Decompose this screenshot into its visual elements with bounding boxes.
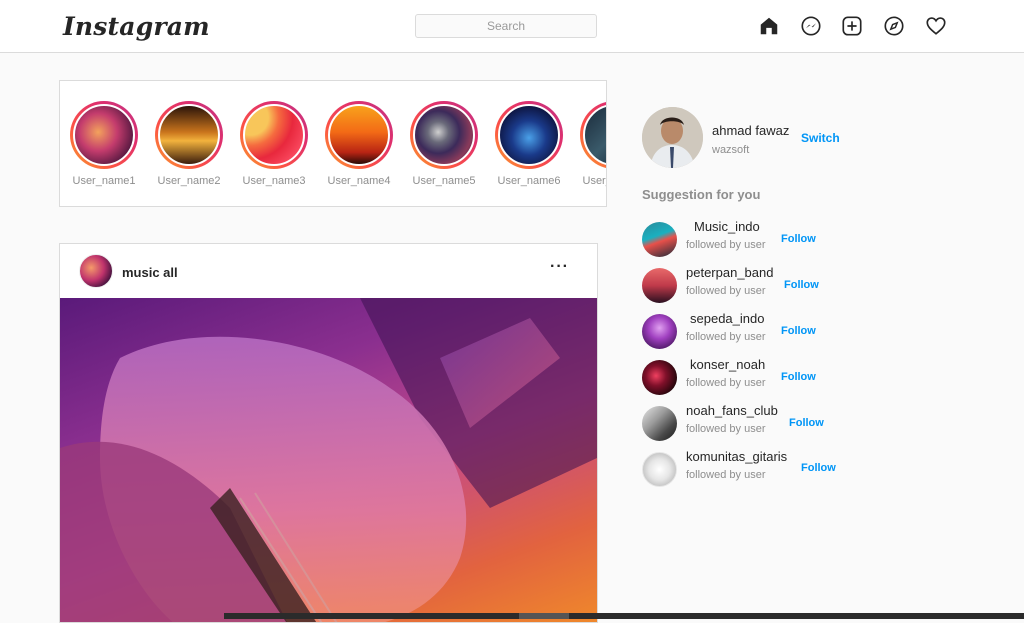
story-avatar [243, 104, 305, 166]
story-ring [70, 101, 138, 169]
story-item[interactable]: User_name4 [319, 101, 399, 187]
stories-tray: User_name1 User_name2 User_name3 User_na… [59, 80, 607, 207]
search-input[interactable] [415, 14, 597, 38]
suggestion-username[interactable]: konser_noah [690, 357, 765, 372]
story-ring [155, 101, 223, 169]
story-ring [495, 101, 563, 169]
suggestion-subtitle: followed by user [686, 239, 766, 251]
suggestion-avatar[interactable] [642, 314, 677, 349]
story-ring [410, 101, 478, 169]
story-avatar [73, 104, 135, 166]
suggestion-row: konser_noah followed by user Follow [642, 357, 902, 400]
story-label: User_name3 [242, 175, 306, 187]
story-item[interactable]: User_name3 [234, 101, 314, 187]
horizontal-scrollbar[interactable] [224, 613, 1024, 619]
profile-name[interactable]: ahmad fawaz [712, 123, 789, 138]
follow-button[interactable]: Follow [784, 279, 819, 291]
story-ring [240, 101, 308, 169]
instagram-logo[interactable]: Instagram [63, 12, 210, 41]
profile-handle: wazsoft [712, 144, 750, 156]
suggestions-title: Suggestion for you [642, 187, 761, 202]
story-item[interactable]: User_name6 [489, 101, 569, 187]
post-author-username[interactable]: music all [122, 265, 178, 280]
suggestion-avatar[interactable] [642, 222, 677, 257]
story-item[interactable]: User_name7 [574, 101, 607, 187]
suggestion-username[interactable]: sepeda_indo [690, 311, 764, 326]
suggestion-username[interactable]: peterpan_band [686, 265, 773, 280]
story-avatar [583, 104, 606, 166]
feed-post: music all ··· [59, 243, 598, 623]
more-options-icon[interactable]: ··· [550, 258, 569, 276]
suggestion-row: peterpan_band followed by user Follow [642, 265, 902, 308]
suggestion-subtitle: followed by user [686, 377, 766, 389]
story-avatar [158, 104, 220, 166]
messenger-icon[interactable] [800, 15, 822, 37]
story-ring [580, 101, 606, 169]
suggestion-subtitle: followed by user [686, 331, 766, 343]
activity-heart-icon[interactable] [925, 15, 947, 37]
follow-button[interactable]: Follow [801, 462, 836, 474]
post-author-avatar[interactable] [79, 254, 113, 288]
suggestion-row: Music_indo followed by user Follow [642, 219, 902, 262]
story-avatar [413, 104, 475, 166]
suggestion-avatar[interactable] [642, 268, 677, 303]
guitarist-photo [60, 298, 597, 622]
top-navigation-bar: Instagram [0, 0, 1024, 53]
suggestion-username[interactable]: noah_fans_club [686, 403, 778, 418]
suggestion-row: sepeda_indo followed by user Follow [642, 311, 902, 354]
story-item[interactable]: User_name5 [404, 101, 484, 187]
story-label: User_name1 [72, 175, 136, 187]
post-image[interactable] [60, 298, 597, 622]
suggestion-username[interactable]: Music_indo [694, 219, 760, 234]
scrollbar-thumb[interactable] [519, 613, 569, 619]
story-item[interactable]: User_name2 [149, 101, 229, 187]
follow-button[interactable]: Follow [781, 325, 816, 337]
story-label: User_name4 [327, 175, 391, 187]
new-post-icon[interactable] [841, 15, 863, 37]
suggestion-username[interactable]: komunitas_gitaris [686, 449, 787, 464]
suggestion-row: noah_fans_club followed by user Follow [642, 403, 902, 446]
story-ring [325, 101, 393, 169]
suggestion-avatar[interactable] [642, 406, 677, 441]
story-label: User_name6 [497, 175, 561, 187]
suggestion-avatar[interactable] [642, 360, 677, 395]
follow-button[interactable]: Follow [789, 417, 824, 429]
story-label: User_name5 [412, 175, 476, 187]
profile-avatar[interactable] [642, 107, 703, 168]
explore-icon[interactable] [883, 15, 905, 37]
profile-photo [642, 107, 703, 168]
suggestion-avatar[interactable] [642, 452, 677, 487]
follow-button[interactable]: Follow [781, 233, 816, 245]
story-avatar [328, 104, 390, 166]
suggestion-subtitle: followed by user [686, 285, 766, 297]
story-label: User_name2 [157, 175, 221, 187]
story-item[interactable]: User_name1 [64, 101, 144, 187]
home-icon[interactable] [758, 15, 780, 37]
switch-account-button[interactable]: Switch [801, 131, 840, 145]
suggestion-subtitle: followed by user [686, 423, 766, 435]
suggestion-row: komunitas_gitaris followed by user Follo… [642, 449, 902, 492]
story-avatar [498, 104, 560, 166]
suggestion-subtitle: followed by user [686, 469, 766, 481]
story-label: User_name7 [582, 175, 607, 187]
follow-button[interactable]: Follow [781, 371, 816, 383]
